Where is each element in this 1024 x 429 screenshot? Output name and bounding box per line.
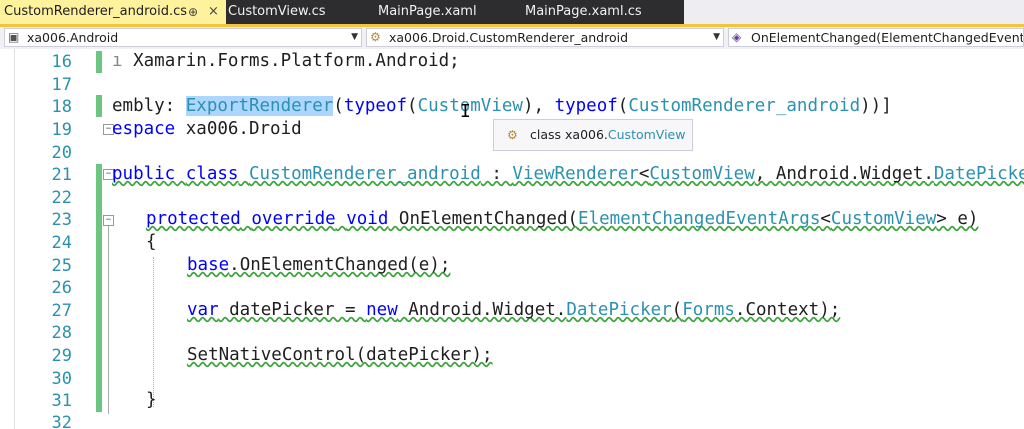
- code-line-25: base.OnElementChanged(e);: [187, 255, 451, 275]
- code-editor[interactable]: 16 17 18 19 20 21 22 23 24 25 26 27 28 2…: [0, 49, 1024, 429]
- chevron-down-icon[interactable]: ▼: [351, 29, 358, 46]
- tab-label: CustomView.cs: [228, 4, 326, 19]
- code-line-19: espace xa006.Droid: [112, 119, 302, 139]
- line-number: 18: [51, 97, 72, 117]
- line-number: 19: [51, 120, 72, 140]
- tab-label: MainPage.xaml.cs: [525, 4, 642, 19]
- close-icon[interactable]: ×: [208, 0, 219, 24]
- code-line-18: embly: ExportRenderer(typeof(CustomView)…: [112, 96, 892, 116]
- line-number: 25: [51, 256, 72, 276]
- selected-text: ExportRenderer: [185, 96, 334, 116]
- document-tab-strip: CustomRenderer_android.cs ⊕ × CustomView…: [0, 0, 1024, 26]
- project-dropdown[interactable]: ▣ xa006.Android ▼: [4, 28, 362, 47]
- indicator-margin: [14, 49, 15, 429]
- code-line-21: public class CustomRenderer_android : Vi…: [112, 164, 1024, 184]
- project-dropdown-value: xa006.Android: [27, 30, 119, 45]
- class-icon: ⚙: [370, 30, 381, 44]
- line-number: 16: [51, 52, 72, 72]
- project-icon: ▣: [8, 30, 20, 44]
- line-number: 28: [51, 323, 72, 343]
- line-number: 30: [51, 369, 72, 389]
- line-number: 22: [51, 188, 72, 208]
- class-dropdown[interactable]: ⚙ xa006.Droid.CustomRenderer_android ▼: [366, 28, 724, 47]
- chevron-down-icon[interactable]: ▼: [713, 29, 720, 46]
- member-dropdown[interactable]: ◈ OnElementChanged(ElementChangedEventA: [728, 28, 1024, 47]
- navigation-bar: ▣ xa006.Android ▼ ⚙ xa006.Droid.CustomRe…: [0, 27, 1024, 50]
- quick-info-tooltip: ⚙ class xa006.CustomView: [493, 119, 693, 151]
- code-line-16: ı Xamarin.Forms.Platform.Android;: [112, 51, 460, 71]
- code-line-23: protected override void OnElementChanged…: [146, 209, 979, 229]
- code-line-24: {: [146, 232, 157, 252]
- tab-customview[interactable]: CustomView.cs: [228, 0, 326, 24]
- change-bar: [96, 164, 102, 412]
- tab-mainpage-xaml[interactable]: MainPage.xaml: [378, 0, 477, 24]
- line-number: 20: [51, 143, 72, 163]
- line-number: 31: [51, 391, 72, 411]
- text-cursor-icon: I: [460, 101, 471, 122]
- pin-icon[interactable]: ⊕: [188, 0, 198, 24]
- indent-guide: [153, 257, 154, 407]
- class-icon: ⚙: [507, 128, 518, 142]
- line-number: 26: [51, 278, 72, 298]
- tab-label: CustomRenderer_android.cs: [4, 4, 188, 19]
- member-dropdown-value: OnElementChanged(ElementChangedEventA: [751, 30, 1024, 45]
- class-dropdown-value: xa006.Droid.CustomRenderer_android: [389, 30, 629, 45]
- collapse-icon[interactable]: −: [103, 215, 114, 226]
- change-bar: [96, 51, 102, 73]
- code-line-31: }: [146, 390, 157, 410]
- method-icon: ◈: [732, 30, 742, 44]
- line-number: 24: [51, 233, 72, 253]
- tooltip-text: class xa006.CustomView: [530, 127, 686, 142]
- tab-customrenderer-android[interactable]: CustomRenderer_android.cs ⊕ ×: [0, 0, 226, 26]
- line-number: 17: [51, 75, 72, 95]
- line-number: 32: [51, 413, 72, 429]
- line-number: 29: [51, 346, 72, 366]
- tab-label: MainPage.xaml: [378, 4, 477, 19]
- code-line-29: SetNativeControl(datePicker);: [187, 345, 493, 365]
- code-line-27: var datePicker = new Android.Widget.Date…: [187, 300, 841, 320]
- line-number: 23: [51, 210, 72, 230]
- change-bar: [96, 95, 102, 117]
- line-number: 21: [51, 165, 72, 185]
- outline-line: [108, 226, 109, 414]
- tab-mainpage-xaml-cs[interactable]: MainPage.xaml.cs: [525, 0, 642, 24]
- line-number: 27: [51, 301, 72, 321]
